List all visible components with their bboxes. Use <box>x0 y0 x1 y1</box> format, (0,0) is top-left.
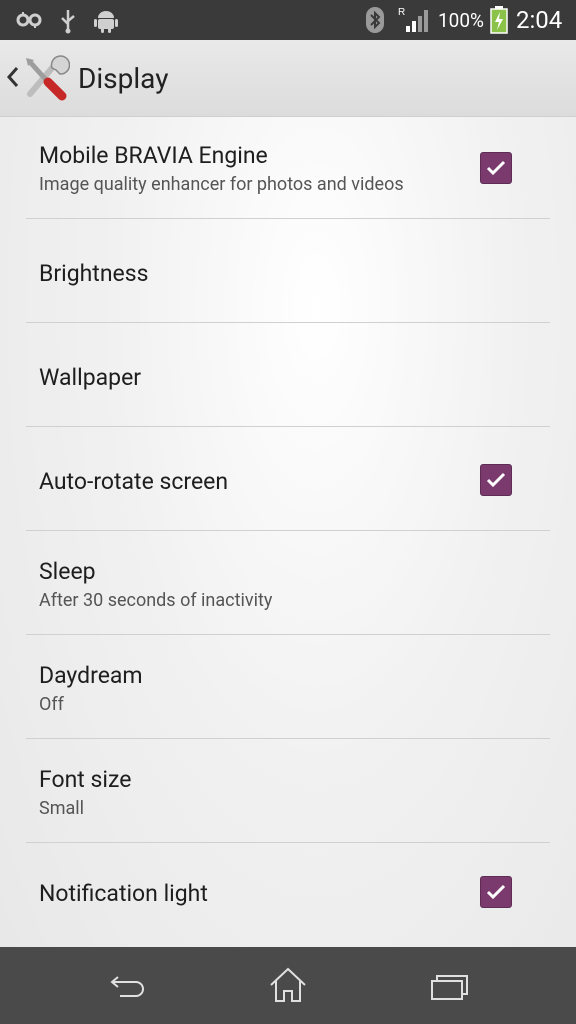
bluetooth-icon <box>365 7 385 37</box>
setting-font-size[interactable]: Font size Small <box>0 740 576 844</box>
setting-label: Auto-rotate screen <box>39 468 229 495</box>
check-icon <box>486 472 506 488</box>
auto-rotate-checkbox[interactable] <box>480 464 512 496</box>
setting-summary: After 30 seconds of inactivity <box>39 590 273 611</box>
setting-brightness[interactable]: Brightness <box>0 220 576 324</box>
setting-mobile-bravia-engine[interactable]: Mobile BRAVIA Engine Image quality enhan… <box>0 116 576 220</box>
setting-summary: Image quality enhancer for photos and vi… <box>39 174 404 195</box>
notification-light-checkbox[interactable] <box>480 876 512 908</box>
divider <box>26 738 550 739</box>
up-chevron-icon[interactable] <box>6 64 20 94</box>
setting-summary: Off <box>39 694 64 715</box>
setting-label: Brightness <box>39 260 149 287</box>
divider <box>26 426 550 427</box>
page-title: Display <box>78 62 169 95</box>
home-icon[interactable] <box>258 965 318 1009</box>
recent-apps-icon[interactable] <box>420 965 480 1009</box>
back-icon[interactable] <box>98 965 158 1009</box>
setting-notification-light[interactable]: Notification light <box>0 844 576 948</box>
setting-label: Notification light <box>39 880 208 907</box>
status-time: 2:04 <box>516 6 563 34</box>
divider <box>26 530 550 531</box>
settings-sync-icon <box>14 8 44 36</box>
divider <box>26 218 550 219</box>
check-icon <box>486 160 506 176</box>
usb-icon <box>58 8 78 38</box>
divider <box>26 842 550 843</box>
settings-list: Mobile BRAVIA Engine Image quality enhan… <box>0 116 576 948</box>
setting-daydream[interactable]: Daydream Off <box>0 636 576 740</box>
setting-label: Wallpaper <box>39 364 142 391</box>
divider <box>26 634 550 635</box>
android-debug-icon <box>94 8 118 38</box>
check-icon <box>486 884 506 900</box>
battery-percent: 100% <box>438 9 484 32</box>
setting-auto-rotate-screen[interactable]: Auto-rotate screen <box>0 428 576 532</box>
settings-tools-icon <box>22 54 71 106</box>
svg-text:R: R <box>398 7 405 18</box>
battery-charging-icon <box>490 6 508 38</box>
status-bar: R 100% 2:04 <box>0 0 576 40</box>
setting-label: Font size <box>39 766 132 793</box>
navigation-bar <box>0 947 576 1024</box>
setting-label: Mobile BRAVIA Engine <box>39 142 268 169</box>
divider <box>26 322 550 323</box>
setting-sleep[interactable]: Sleep After 30 seconds of inactivity <box>0 532 576 636</box>
action-bar[interactable]: Display <box>0 40 576 117</box>
setting-label: Daydream <box>39 662 143 689</box>
bravia-checkbox[interactable] <box>480 152 512 184</box>
setting-summary: Small <box>39 798 85 819</box>
setting-wallpaper[interactable]: Wallpaper <box>0 324 576 428</box>
signal-roaming-icon: R <box>398 6 432 38</box>
setting-label: Sleep <box>39 558 96 585</box>
